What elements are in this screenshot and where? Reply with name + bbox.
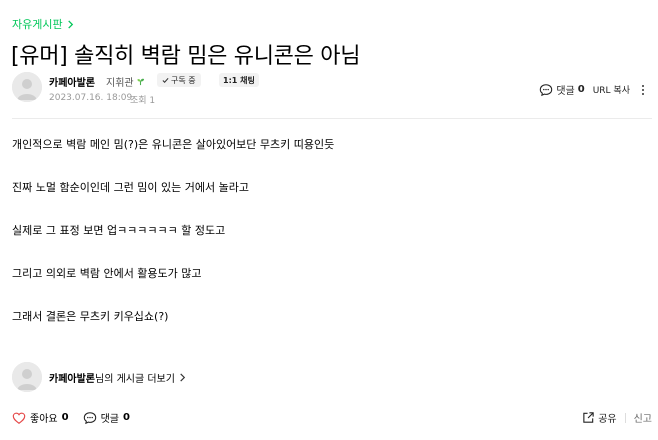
default-avatar-icon (12, 72, 42, 102)
subscribe-button[interactable]: 구독 중 (157, 73, 201, 87)
member-level: 지휘관 (106, 74, 145, 89)
more-options-icon[interactable] (638, 83, 648, 97)
comment-count: 0 (122, 412, 130, 423)
board-name: 자유게시판 (12, 18, 63, 31)
post-paragraph: 진짜 노멀 함순이인데 그런 밈이 있는 거에서 놀라고 (12, 181, 249, 194)
comment-label: 댓글 (100, 414, 119, 425)
share-label: 공유 (598, 414, 617, 425)
chevron-right-icon (67, 19, 73, 29)
post-title: [유머] 솔직히 벽람 밈은 유니콘은 아님 (11, 44, 361, 69)
author-info: 카페아발론 지휘관 구독 중 1:1 채팅 2023.07.16. 18:09 … (12, 72, 652, 108)
author-posts-suffix: 님의 게시글 더보기 (95, 373, 175, 385)
comment-icon (83, 411, 96, 424)
report-button[interactable]: 신고 (634, 410, 652, 425)
divider (624, 412, 626, 423)
like-button[interactable]: 좋아요 0 (12, 410, 69, 425)
chat-button[interactable]: 1:1 채팅 (219, 73, 259, 87)
post-actions: 공유 신고 (582, 410, 652, 425)
view-count: 조회 1 (130, 96, 156, 106)
check-icon (162, 77, 169, 83)
header-divider (12, 118, 652, 119)
post-paragraph: 개인적으로 벽람 메인 밈(?)은 유니콘은 살아있어보단 무츠키 띠용인듯 (12, 138, 335, 151)
subscribe-label: 구독 중 (171, 75, 196, 85)
post-date: 2023.07.16. 18:09 (49, 93, 133, 103)
comment-count: 0 (577, 84, 585, 95)
post-paragraph: 그래서 결론은 무츠키 키우십쇼(?) (12, 310, 169, 323)
default-avatar-icon (12, 362, 42, 392)
heart-icon (12, 412, 26, 424)
author-posts-text: 카페아발론 님의 게시글 더보기 (49, 370, 187, 385)
comment-link[interactable]: 댓글 0 (539, 82, 585, 97)
member-level-label: 지휘관 (106, 78, 134, 89)
like-label: 좋아요 (30, 414, 58, 425)
post-body: 개인적으로 벽람 메인 밈(?)은 유니콘은 살아있어보단 무츠키 띠용인듯 진… (12, 136, 642, 351)
comment-icon (540, 83, 553, 96)
sprout-icon (136, 78, 144, 86)
share-button[interactable]: 공유 (582, 410, 617, 425)
author-posts-nickname: 카페아발론 (49, 373, 95, 385)
author-posts-link[interactable]: 카페아발론 님의 게시글 더보기 (12, 362, 187, 392)
author-nickname[interactable]: 카페아발론 (49, 74, 95, 89)
avatar (12, 362, 42, 392)
reaction-bar: 좋아요 0 댓글 0 (12, 410, 130, 425)
post-tools: 댓글 0 URL 복사 (539, 82, 648, 97)
url-copy-button[interactable]: URL 복사 (593, 83, 630, 96)
like-count: 0 (61, 412, 69, 423)
post-paragraph: 실제로 그 표정 보면 업ㅋㅋㅋㅋㅋㅋ 할 정도고 (12, 224, 226, 237)
share-icon (583, 412, 594, 423)
post-paragraph: 그리고 의외로 벽람 안에서 활용도가 많고 (12, 267, 202, 280)
avatar[interactable] (12, 72, 42, 102)
chevron-right-icon (180, 372, 186, 382)
board-breadcrumb-link[interactable]: 자유게시판 (12, 16, 75, 32)
comment-button[interactable]: 댓글 0 (83, 410, 130, 425)
comment-label: 댓글 (556, 86, 575, 97)
